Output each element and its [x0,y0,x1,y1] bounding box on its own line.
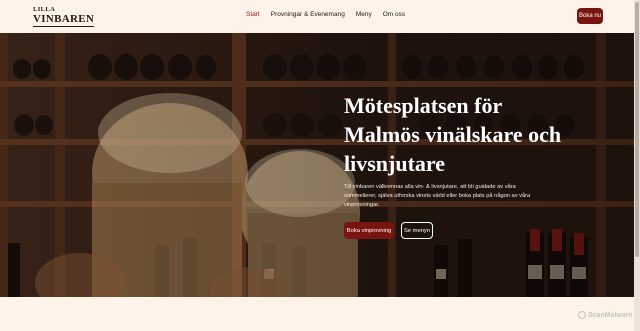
site-logo[interactable]: LILLA VINBAREN [33,6,95,27]
page-scrollbar[interactable] [634,0,640,331]
shield-icon [578,311,586,319]
logo-main-text: VINBAREN [33,12,95,27]
nav-item-om-oss[interactable]: Om oss [383,11,405,18]
watermark: ScanMalware [578,311,632,319]
nav-item-meny[interactable]: Meny [356,11,372,18]
site-header: LILLA VINBAREN Start Provningar & Evenem… [0,0,640,33]
book-tasting-button[interactable]: Boka vinprovning [344,222,394,239]
see-menu-button[interactable]: Se menyn [401,222,433,239]
main-nav: Start Provningar & Evenemang Meny Om oss [246,11,405,18]
watermark-text: ScanMalware [588,311,633,319]
hero-section: Mötesplatsen för Malmös vinälskare och l… [0,33,634,297]
book-now-button[interactable]: Boka nu [577,8,603,24]
hero-description: Till vinbaren välkomnas alla vin- & livs… [344,184,531,208]
nav-item-start[interactable]: Start [246,11,260,18]
scrollbar-thumb[interactable] [635,2,639,257]
hero-title: Mötesplatsen för Malmös vinälskare och l… [344,93,562,176]
nav-item-provningar[interactable]: Provningar & Evenemang [271,11,345,18]
